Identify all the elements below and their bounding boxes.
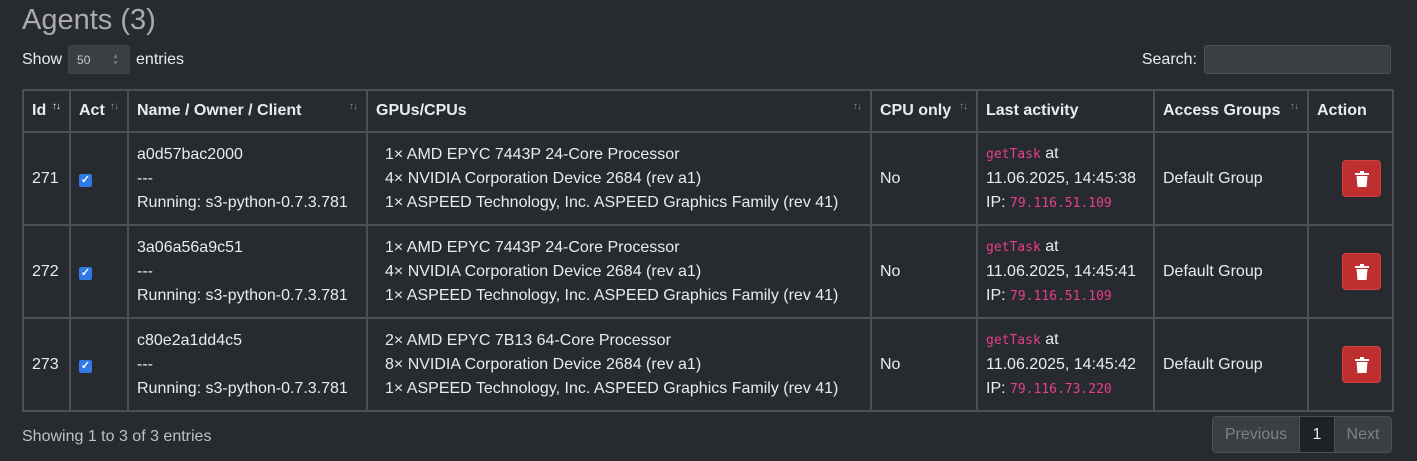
cpu-only-value: No [870, 131, 978, 226]
column-header-action: Action [1307, 89, 1394, 133]
sort-icon: ↑↓ [959, 101, 968, 112]
access-group: Default Group [1153, 317, 1309, 412]
table-row: 273 ✓ c80e2a1dd4c5 --- Running: s3-pytho… [22, 317, 1394, 412]
agent-id: 272 [22, 224, 71, 319]
delete-agent-button[interactable] [1342, 253, 1381, 290]
entries-length-control: Show 50 ▲ ▼ entries [22, 45, 184, 74]
activity-at: at [1045, 144, 1059, 162]
ip-label: IP: [986, 193, 1006, 211]
entries-length-select[interactable]: 50 ▲ ▼ [68, 45, 131, 74]
trash-icon [1354, 170, 1369, 187]
agent-client: Running: s3-python-0.7.3.781 [137, 379, 348, 397]
select-arrows-icon: ▲ ▼ [112, 53, 120, 67]
agent-owner: --- [137, 355, 153, 373]
column-header-access-groups[interactable]: Access Groups ↑↓ [1153, 89, 1309, 133]
agents-table: Id ↑↓ Act ↑↓ Name / Owner / Client ↑↓ GPUs/… [22, 89, 1394, 412]
agent-name-link[interactable]: 3a06a56a9c51 [137, 236, 358, 260]
agent-name-link[interactable]: c80e2a1dd4c5 [137, 329, 358, 353]
cpu-only-value: No [870, 224, 978, 319]
access-group: Default Group [1153, 131, 1309, 226]
agent-owner: --- [137, 262, 153, 280]
delete-agent-button[interactable] [1342, 346, 1381, 383]
activity-at: at [1045, 330, 1059, 348]
next-page-button[interactable]: Next [1334, 417, 1391, 452]
agent-name-link[interactable]: a0d57bac2000 [137, 143, 358, 167]
agent-client: Running: s3-python-0.7.3.781 [137, 286, 348, 304]
column-header-cpu-only[interactable]: CPU only ↑↓ [870, 89, 978, 133]
search-label: Search: [1141, 50, 1197, 68]
hardware-line: 1× AMD EPYC 7443P 24-Core Processor [385, 145, 680, 163]
search-input[interactable] [1204, 45, 1391, 74]
column-header-act[interactable]: Act ↑↓ [69, 89, 129, 133]
page-1-button[interactable]: 1 [1300, 417, 1334, 452]
active-checkbox[interactable]: ✓ [79, 359, 92, 373]
active-checkbox[interactable]: ✓ [79, 266, 92, 280]
activity-time: 11.06.2025, 14:45:42 [986, 355, 1137, 373]
delete-agent-button[interactable] [1342, 160, 1381, 197]
page-title: Agents (3) [22, 4, 156, 36]
hardware-line: 4× NVIDIA Corporation Device 2684 (rev a… [385, 262, 702, 280]
hardware-line: 1× AMD EPYC 7443P 24-Core Processor [385, 238, 680, 256]
search-control: Search: [1142, 45, 1391, 74]
agent-id: 273 [22, 317, 71, 412]
sort-icon: ↑↓ [349, 101, 358, 112]
ip-label: IP: [986, 379, 1006, 397]
table-row: 272 ✓ 3a06a56a9c51 --- Running: s3-pytho… [22, 224, 1394, 319]
hardware-line: 2× AMD EPYC 7B13 64-Core Processor [385, 331, 671, 349]
hardware-line: 8× NVIDIA Corporation Device 2684 (rev a… [385, 355, 702, 373]
column-header-last-activity: Last activity [976, 89, 1155, 133]
hardware-line: 1× ASPEED Technology, Inc. ASPEED Graphi… [385, 286, 839, 304]
cpu-only-value: No [870, 317, 978, 412]
hardware-line: 1× ASPEED Technology, Inc. ASPEED Graphi… [385, 379, 839, 397]
activity-at: at [1045, 237, 1059, 255]
trash-icon [1354, 263, 1369, 280]
table-info: Showing 1 to 3 of 3 entries [22, 428, 212, 445]
column-header-id[interactable]: Id ↑↓ [22, 89, 71, 133]
activity-action: getTask [986, 332, 1041, 348]
activity-ip: 79.116.51.109 [1010, 195, 1112, 211]
activity-time: 11.06.2025, 14:45:38 [986, 169, 1137, 187]
access-group: Default Group [1153, 224, 1309, 319]
column-header-name[interactable]: Name / Owner / Client ↑↓ [127, 89, 368, 133]
column-header-gpus[interactable]: GPUs/CPUs ↑↓ [366, 89, 872, 133]
sort-icon: ↑↓ [853, 101, 862, 112]
trash-icon [1354, 356, 1369, 373]
sort-asc-icon: ↑↓ [52, 101, 61, 112]
active-checkbox[interactable]: ✓ [79, 173, 92, 187]
pagination: Previous 1 Next [1212, 416, 1392, 453]
activity-action: getTask [986, 146, 1041, 162]
hardware-line: 1× ASPEED Technology, Inc. ASPEED Graphi… [385, 193, 839, 211]
agent-client: Running: s3-python-0.7.3.781 [137, 193, 348, 211]
activity-time: 11.06.2025, 14:45:41 [986, 262, 1137, 280]
ip-label: IP: [986, 286, 1006, 304]
show-label: Show [22, 50, 63, 68]
previous-page-button[interactable]: Previous [1213, 417, 1300, 452]
agent-owner: --- [137, 169, 153, 187]
activity-ip: 79.116.51.109 [1010, 288, 1112, 304]
table-row: 271 ✓ a0d57bac2000 --- Running: s3-pytho… [22, 131, 1394, 226]
hardware-line: 4× NVIDIA Corporation Device 2684 (rev a… [385, 169, 702, 187]
entries-label: entries [136, 50, 185, 68]
sort-icon: ↑↓ [1290, 101, 1299, 112]
sort-icon: ↑↓ [110, 101, 119, 112]
table-header-row: Id ↑↓ Act ↑↓ Name / Owner / Client ↑↓ GPUs/… [22, 89, 1394, 133]
activity-ip: 79.116.73.220 [1010, 381, 1112, 397]
agent-id: 271 [22, 131, 71, 226]
activity-action: getTask [986, 239, 1041, 255]
entries-length-value: 50 [77, 52, 91, 67]
